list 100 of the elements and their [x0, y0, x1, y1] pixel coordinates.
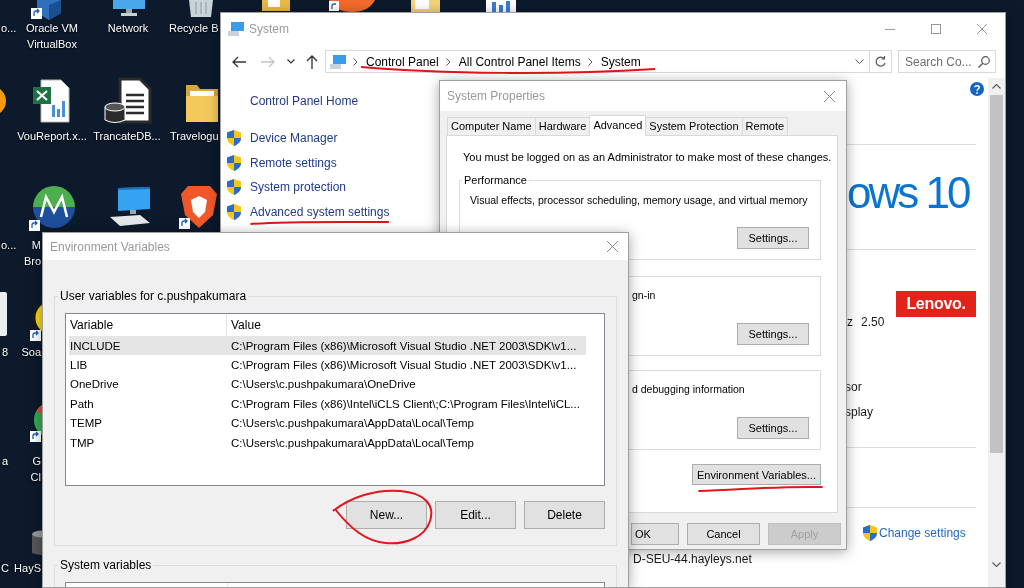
search-icon [978, 55, 990, 68]
variables-list[interactable] [65, 313, 605, 486]
group-description: gn-in [632, 288, 656, 302]
bin-icon[interactable] [188, 0, 214, 17]
dialog-button[interactable]: Cancel [687, 523, 760, 545]
list-cell-text: Path [69, 396, 95, 411]
group-description: d debugging information [632, 382, 745, 396]
chart-icon[interactable] [486, 0, 516, 12]
shield-icon [227, 179, 241, 196]
shield-icon [227, 154, 241, 171]
icon-label[interactable]: o... [1, 237, 17, 253]
icon-label[interactable]: G Cl [21, 453, 41, 485]
list-cell-text: OneDrive [69, 377, 120, 392]
app-icon[interactable] [0, 86, 6, 116]
icon-label[interactable]: 8 [2, 344, 9, 360]
info-text: z [847, 315, 853, 329]
icon-label[interactable]: Recycle B [169, 20, 219, 36]
window-title: System [249, 22, 289, 36]
sidebar-link[interactable]: Control Panel Home [250, 94, 359, 108]
sidebar-link[interactable]: Advanced system settings [250, 205, 390, 220]
tab[interactable]: System Protection [645, 117, 743, 135]
list-cell-text: C:\Program Files (x86)\Microsoft Visual Studio .NET 2003\SDK\v1... [230, 338, 577, 353]
list-row[interactable]: Path C:\Program Files (x86)\Intel\iCLS Client\;C:\Program Files\Intel\iCL... [69, 394, 586, 414]
settings-button[interactable]: Settings... [737, 227, 809, 249]
icon-label[interactable]: Travelogu [170, 128, 219, 144]
change-settings-link[interactable]: Change settings [863, 525, 966, 541]
tab[interactable]: Remote [741, 117, 789, 135]
notice-text: You must be logged on as an Administrator to make most of these changes. [463, 150, 832, 164]
info-value: 2.50 [861, 315, 885, 329]
chevron-right-icon [587, 57, 593, 66]
sidebar-link[interactable]: System protection [250, 180, 347, 195]
icon-label[interactable]: M Bro [21, 237, 41, 269]
shield-icon [227, 130, 241, 147]
refresh-button[interactable] [870, 50, 892, 73]
breadcrumb[interactable]: Control Panel [366, 54, 439, 69]
settings-button[interactable]: Settings... [737, 323, 809, 345]
computer-icon [330, 54, 346, 69]
document-database-icon[interactable] [103, 77, 153, 125]
shield-icon [863, 525, 877, 541]
sidebar-link[interactable]: Remote settings [250, 155, 337, 170]
sidebar-link[interactable]: Device Manager [250, 131, 338, 146]
environment-variables-button[interactable]: Environment Variables... [691, 464, 821, 485]
help-icon[interactable] [970, 82, 984, 96]
scrollbar-thumb[interactable] [990, 95, 1003, 453]
icon-label[interactable]: o... [1, 20, 17, 36]
scroll-up-icon[interactable] [992, 84, 1001, 89]
dialog-title: Environment Variables [50, 239, 170, 254]
icon-label[interactable]: HayS [11, 560, 41, 576]
dialog-button[interactable]: OK [631, 523, 679, 545]
tab[interactable]: Advanced [589, 115, 647, 136]
dialog-title: System Properties [447, 89, 546, 103]
breadcrumb[interactable]: System [600, 54, 641, 69]
group-title: System variables [59, 558, 153, 572]
group-description: Visual effects, processor scheduling, memory usage, and virtual memory [470, 193, 808, 207]
back-arrow-icon[interactable] [232, 55, 246, 68]
dialog-button[interactable]: Delete [524, 501, 605, 529]
chevron-down-icon[interactable] [855, 59, 864, 64]
computer-icon[interactable] [108, 187, 152, 227]
close-icon[interactable] [606, 241, 618, 252]
shield-app-icon[interactable] [179, 185, 219, 229]
icon-label[interactable]: Soa [16, 344, 41, 360]
column-header[interactable]: Value [227, 314, 586, 336]
up-arrow-icon[interactable] [306, 54, 318, 69]
list-cell-text: C:\Users\c.pushpakumara\OneDrive [230, 377, 416, 392]
list-row[interactable]: INCLUDE C:\Program Files (x86)\Microsoft Visual Studio .NET 2003\SDK\v1... [69, 336, 586, 356]
address-bar[interactable]: Control Panel All Control Panel Items System [325, 50, 870, 73]
folder-icon[interactable] [186, 82, 218, 122]
icon-label[interactable]: a [2, 453, 9, 469]
tab[interactable]: Computer Name [447, 117, 536, 135]
list-cell-text: LIB [69, 358, 89, 373]
dialog-button[interactable]: New... [346, 501, 427, 529]
group-title: Performance [463, 173, 528, 187]
list-cell-text: TEMP [69, 416, 103, 431]
settings-button[interactable]: Settings... [737, 417, 809, 439]
icon-label[interactable]: Network [98, 20, 158, 36]
list-row[interactable]: TEMP C:\Users\c.pushpakumara\AppData\Local\Temp [69, 413, 586, 433]
icon-label[interactable]: Oracle VM VirtualBox [19, 20, 85, 52]
list-cell-text: C:\Program Files (x86)\Microsoft Visual Studio .NET 2003\SDK\v1... [230, 358, 577, 373]
scrollbar-track[interactable] [988, 78, 1005, 587]
monitor-icon[interactable] [112, 0, 146, 16]
icon-label[interactable]: C [1, 560, 9, 576]
chevron-right-icon [353, 57, 358, 66]
app-icon[interactable] [329, 0, 375, 12]
list-row[interactable]: LIB C:\Program Files (x86)\Microsoft Visual Studio .NET 2003\SDK\v1... [69, 355, 586, 375]
edition-logo: ows 10 [847, 171, 969, 215]
list-row[interactable]: OneDrive C:\Users\c.pushpakumara\OneDrive [69, 374, 586, 395]
maximize-icon[interactable] [931, 24, 941, 34]
list-cell-text: C:\Users\c.pushpakumara\AppData\Local\Temp [230, 416, 474, 431]
circle-logo-icon[interactable] [29, 185, 76, 231]
breadcrumb[interactable]: All Control Panel Items [458, 54, 581, 69]
scroll-down-icon[interactable] [992, 562, 1001, 567]
dialog-button[interactable]: Edit... [435, 501, 516, 529]
minimize-icon[interactable] [885, 28, 895, 30]
list-row[interactable]: TMP C:\Users\c.pushpakumara\AppData\Local\Temp [69, 432, 586, 453]
spreadsheet-icon[interactable] [32, 79, 70, 123]
close-icon[interactable] [977, 24, 987, 34]
computer-name-text: D-SEU-44.hayleys.net [633, 552, 752, 566]
chevron-down-icon[interactable] [287, 59, 295, 64]
close-icon[interactable] [823, 90, 835, 102]
search-field[interactable]: Search Co... [898, 50, 996, 73]
